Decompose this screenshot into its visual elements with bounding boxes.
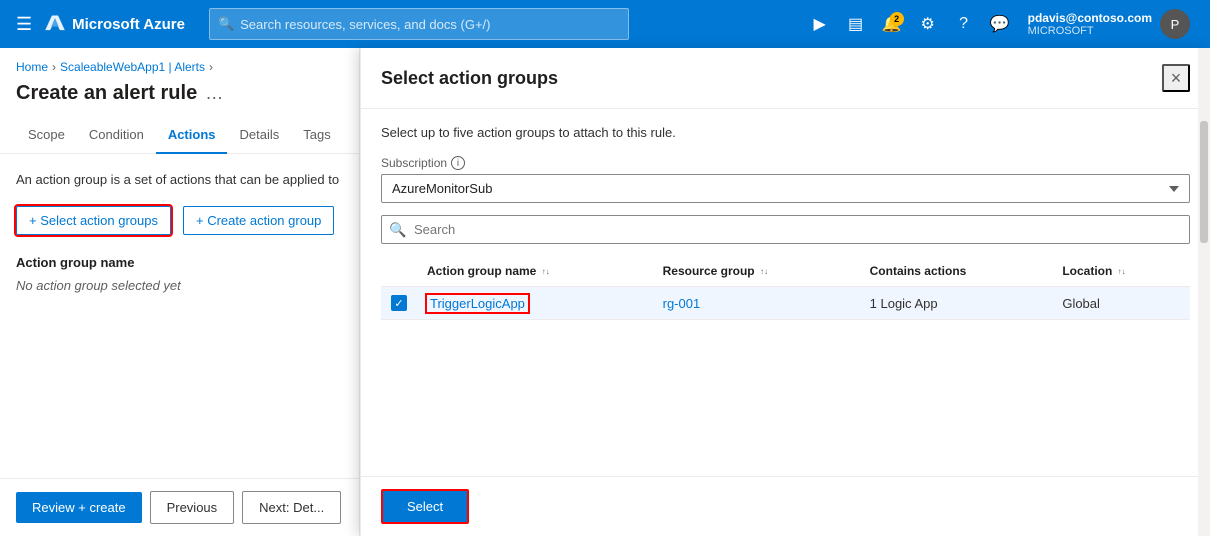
left-panel: Home › ScaleableWebApp1 | Alerts › Creat…	[0, 48, 360, 536]
dialog-subtitle: Select up to five action groups to attac…	[381, 125, 1190, 140]
row-checkbox-cell[interactable]: ✓	[381, 287, 417, 320]
action-groups-table: Action group name ↑↓ Resource group ↑↓ C…	[381, 256, 1190, 320]
sort-arrows-loc[interactable]: ↑↓	[1118, 268, 1126, 276]
dialog-scrollbar-thumb	[1200, 121, 1208, 243]
tab-actions[interactable]: Actions	[156, 117, 228, 154]
breadcrumb-sep2: ›	[209, 60, 213, 74]
global-search-input[interactable]	[240, 17, 620, 32]
azure-logo-text: Microsoft Azure	[72, 16, 185, 33]
dialog-header: Select action groups ×	[361, 48, 1210, 109]
feedback-icon[interactable]: 💬	[984, 8, 1016, 40]
dialog-title: Select action groups	[381, 68, 558, 89]
tab-tags[interactable]: Tags	[291, 117, 342, 154]
breadcrumb-home[interactable]: Home	[16, 60, 48, 74]
th-location: Location ↑↓	[1052, 256, 1190, 287]
sort-arrows-name[interactable]: ↑↓	[542, 268, 550, 276]
review-create-button[interactable]: Review + create	[16, 492, 142, 523]
search-icon: 🔍	[218, 16, 234, 32]
action-group-name-link[interactable]: TriggerLogicApp	[427, 295, 528, 312]
previous-button[interactable]: Previous	[150, 491, 235, 524]
global-search-bar[interactable]: 🔍	[209, 8, 629, 40]
action-buttons-row: + Select action groups + Create action g…	[16, 206, 343, 235]
directory-icon[interactable]: ▤	[840, 8, 872, 40]
row-checkbox-checked: ✓	[391, 295, 407, 311]
dialog-close-button[interactable]: ×	[1162, 64, 1190, 92]
page-title-row: Create an alert rule …	[0, 78, 359, 117]
tabs-bar: Scope Condition Actions Details Tags	[0, 117, 359, 154]
hamburger-menu-icon[interactable]: ☰	[12, 10, 36, 39]
user-menu[interactable]: pdavis@contoso.com MICROSOFT P	[1020, 9, 1198, 39]
cloud-shell-icon[interactable]: ▶	[804, 8, 836, 40]
breadcrumb-resource[interactable]: ScaleableWebApp1 | Alerts	[60, 60, 205, 74]
subscription-dropdown[interactable]: AzureMonitorSub	[381, 174, 1190, 203]
row-location-cell: Global	[1052, 287, 1190, 320]
row-resource-group-cell: rg-001	[653, 287, 860, 320]
row-contains-actions-cell: 1 Logic App	[860, 287, 1053, 320]
top-navigation: ☰ Microsoft Azure 🔍 ▶ ▤ 🔔 2 ⚙ ? 💬 pdavis…	[0, 0, 1210, 48]
azure-logo: Microsoft Azure	[44, 13, 185, 35]
action-group-search-input[interactable]	[381, 215, 1190, 244]
user-avatar: P	[1160, 9, 1190, 39]
th-contains-actions: Contains actions	[860, 256, 1053, 287]
main-layout: Home › ScaleableWebApp1 | Alerts › Creat…	[0, 48, 1210, 536]
actions-tab-content: An action group is a set of actions that…	[0, 154, 359, 478]
resource-group-link[interactable]: rg-001	[663, 296, 701, 311]
breadcrumb-sep1: ›	[52, 60, 56, 74]
no-selection-text: No action group selected yet	[16, 278, 343, 293]
page-title: Create an alert rule	[16, 82, 197, 105]
notifications-icon[interactable]: 🔔 2	[876, 8, 908, 40]
tab-scope[interactable]: Scope	[16, 117, 77, 154]
next-button[interactable]: Next: Det...	[242, 491, 341, 524]
dialog-select-button[interactable]: Select	[381, 489, 469, 524]
search-wrapper: 🔍	[381, 215, 1190, 244]
create-action-group-button[interactable]: + Create action group	[183, 206, 334, 235]
azure-icon	[44, 13, 66, 35]
row-name-cell: TriggerLogicApp	[417, 287, 653, 320]
table-row[interactable]: ✓ TriggerLogicApp rg-001 1 Logic App Glo…	[381, 287, 1190, 320]
checkbox-column-header	[381, 256, 417, 287]
sort-arrows-rg[interactable]: ↑↓	[760, 268, 768, 276]
tab-condition[interactable]: Condition	[77, 117, 156, 154]
dialog-footer: Select	[361, 476, 1210, 536]
bottom-bar: Review + create Previous Next: Det...	[0, 478, 359, 536]
more-options-icon[interactable]: …	[205, 83, 223, 104]
nav-icons-group: ▶ ▤ 🔔 2 ⚙ ? 💬 pdavis@contoso.com MICROSO…	[804, 8, 1198, 40]
table-header-row: Action group name ↑↓ Resource group ↑↓ C…	[381, 256, 1190, 287]
th-action-group-name: Action group name ↑↓	[417, 256, 653, 287]
select-action-groups-button[interactable]: + Select action groups	[16, 206, 171, 235]
breadcrumb: Home › ScaleableWebApp1 | Alerts ›	[0, 48, 359, 78]
dialog-body: Select up to five action groups to attac…	[361, 109, 1210, 476]
subscription-label: Subscription i	[381, 156, 1190, 170]
dialog-scrollbar[interactable]	[1198, 48, 1210, 536]
search-icon: 🔍	[389, 221, 406, 238]
user-tenant: MICROSOFT	[1028, 25, 1152, 37]
action-group-name-label: Action group name	[16, 255, 343, 270]
notification-badge: 2	[890, 12, 904, 26]
th-resource-group: Resource group ↑↓	[653, 256, 860, 287]
select-action-groups-dialog: Select action groups × Select up to five…	[360, 48, 1210, 536]
subscription-info-icon[interactable]: i	[451, 156, 465, 170]
help-icon[interactable]: ?	[948, 8, 980, 40]
info-text: An action group is a set of actions that…	[16, 170, 343, 190]
user-email: pdavis@contoso.com	[1028, 11, 1152, 25]
settings-icon[interactable]: ⚙	[912, 8, 944, 40]
tab-details[interactable]: Details	[227, 117, 291, 154]
